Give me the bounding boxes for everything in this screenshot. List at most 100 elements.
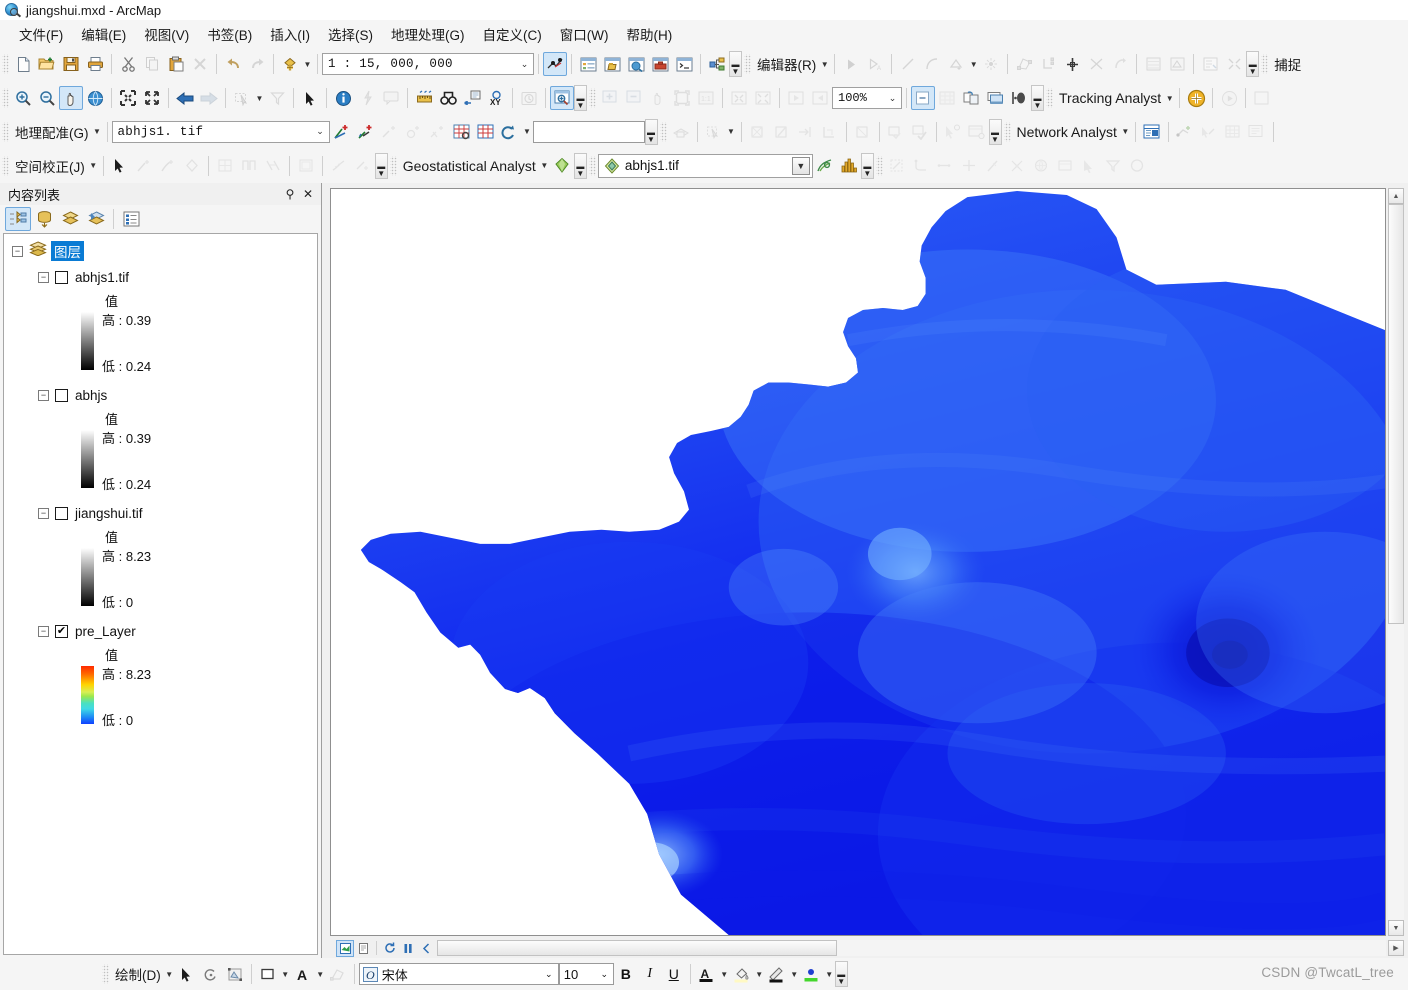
- italic-button[interactable]: I: [638, 962, 662, 986]
- arctoolbox-icon[interactable]: [648, 52, 672, 76]
- toolbar-grip-tools[interactable]: [2, 88, 9, 108]
- underline-button[interactable]: U: [662, 962, 686, 986]
- image-pan-icon[interactable]: [646, 86, 670, 110]
- fixed-zoom-out-icon[interactable]: [140, 86, 164, 110]
- list-by-visibility-icon[interactable]: [57, 207, 83, 231]
- toolbar-grip-image-analysis[interactable]: [589, 88, 596, 108]
- view-link-table-icon[interactable]: [450, 120, 474, 144]
- toc-layer-pre-layer[interactable]: − ✔ pre_Layer 值 高 : 8.23 低 : 0: [4, 621, 317, 728]
- scroll-track-vertical[interactable]: [1388, 204, 1404, 920]
- geostatistical-analyst-label[interactable]: Geostatistical Analyst: [399, 158, 539, 174]
- undo-edit-icon[interactable]: [1108, 52, 1132, 76]
- select-link-icon[interactable]: [378, 120, 402, 144]
- menu-bookmarks[interactable]: 书签(B): [198, 21, 261, 47]
- extra-clear-icon[interactable]: [1101, 154, 1125, 178]
- toolbar-grip-georef[interactable]: [2, 121, 9, 142]
- split-tool-icon[interactable]: [1060, 52, 1084, 76]
- rotate-link-icon[interactable]: [498, 120, 522, 144]
- image-previous-icon[interactable]: [784, 86, 808, 110]
- image-grow-icon[interactable]: [751, 86, 775, 110]
- back-icon[interactable]: [417, 940, 435, 957]
- scroll-thumb-vertical[interactable]: [1388, 204, 1404, 624]
- draw-menu-label[interactable]: 绘制(D): [111, 964, 164, 984]
- straight-segment-icon[interactable]: [896, 52, 920, 76]
- data-view-icon[interactable]: [336, 939, 354, 957]
- create-network-location-icon[interactable]: [1173, 120, 1197, 144]
- copy-icon[interactable]: [140, 52, 164, 76]
- toolbar-grip-geostat[interactable]: [389, 155, 397, 176]
- image-actual-size-icon[interactable]: 1:1: [694, 86, 718, 110]
- georeferencing-menu-label[interactable]: 地理配准(G): [11, 122, 92, 142]
- fill-color-icon[interactable]: [730, 962, 754, 986]
- toolbar-grip-spatial-analyst[interactable]: [588, 155, 596, 176]
- new-rectangle-dropdown-icon[interactable]: ▼: [280, 963, 291, 985]
- modelbuilder-icon[interactable]: [705, 52, 729, 76]
- spatial-adjustment-label[interactable]: 空间校正(J): [11, 156, 88, 176]
- spatial-adjustment-dropdown-icon[interactable]: ▼: [88, 155, 99, 177]
- toolbar-grip-spatial-adjust[interactable]: [2, 155, 9, 176]
- add-temporal-layer-icon[interactable]: [1184, 86, 1208, 110]
- save-icon[interactable]: [59, 52, 83, 76]
- adjust-grid-icon[interactable]: [213, 154, 237, 178]
- menu-help[interactable]: 帮助(H): [617, 21, 681, 47]
- edit-vertices-icon[interactable]: [223, 962, 247, 986]
- edge-match-icon[interactable]: [237, 154, 261, 178]
- spatial-analyst-overflow-button[interactable]: ▬ ▼: [860, 152, 874, 179]
- expander-icon[interactable]: −: [38, 271, 49, 283]
- next-extent-icon[interactable]: [197, 86, 221, 110]
- print-icon[interactable]: [83, 52, 107, 76]
- redo-icon[interactable]: [245, 52, 269, 76]
- zoom-in-icon[interactable]: [11, 86, 35, 110]
- link-table-window-icon[interactable]: [474, 120, 498, 144]
- new-document-icon[interactable]: [11, 52, 35, 76]
- chevron-down-icon[interactable]: ⌄: [516, 59, 533, 70]
- tracking-options-icon[interactable]: [1250, 86, 1274, 110]
- extra-scatter-icon[interactable]: [1005, 154, 1029, 178]
- add-control-points-icon[interactable]: [330, 120, 354, 144]
- georeferencing-dropdown-icon[interactable]: ▼: [92, 121, 103, 143]
- menu-edit[interactable]: 编辑(E): [72, 21, 135, 47]
- hyperlink-icon[interactable]: [355, 86, 379, 110]
- image-full-extent-icon[interactable]: [670, 86, 694, 110]
- image-flicker-icon[interactable]: [959, 86, 983, 110]
- image-transparency-icon[interactable]: [1007, 86, 1031, 110]
- map-vertical-scrollbar[interactable]: ▲ ▼: [1388, 188, 1404, 936]
- topology-error-window-icon[interactable]: [965, 120, 989, 144]
- chevron-down-icon[interactable]: ⌄: [312, 126, 329, 137]
- zoom-out-icon[interactable]: [35, 86, 59, 110]
- menu-window[interactable]: 窗口(W): [551, 21, 618, 47]
- curve-segment-icon[interactable]: [920, 52, 944, 76]
- pause-icon[interactable]: [399, 940, 417, 957]
- toc-layer-jiangshui-tif[interactable]: − jiangshui.tif 值 高 : 8.23 低 : 0: [4, 503, 317, 610]
- undo-icon[interactable]: [221, 52, 245, 76]
- image-zoom-in-icon[interactable]: [598, 86, 622, 110]
- editor-dropdown-icon[interactable]: ▼: [819, 53, 830, 75]
- zoom-to-link-icon[interactable]: [402, 120, 426, 144]
- delete-icon[interactable]: [188, 52, 212, 76]
- editor-toolbar-icon[interactable]: [543, 52, 567, 76]
- image-next-icon[interactable]: [808, 86, 832, 110]
- extra-node-icon[interactable]: [909, 154, 933, 178]
- list-by-drawing-order-icon[interactable]: [5, 207, 31, 231]
- sketch-properties-icon[interactable]: [1165, 52, 1189, 76]
- toc-layer-abhjs1-tif[interactable]: − abhjs1.tif 值 高 : 0.39 低 : 0.24: [4, 267, 317, 374]
- line-color-dropdown-icon[interactable]: ▼: [789, 963, 800, 985]
- select-elements-icon[interactable]: [175, 962, 199, 986]
- add-data-icon[interactable]: [278, 52, 302, 76]
- find-icon[interactable]: [436, 86, 460, 110]
- topology-edit-icon[interactable]: [746, 120, 770, 144]
- open-folder-icon[interactable]: [35, 52, 59, 76]
- geostatistical-wizard-icon[interactable]: [550, 154, 574, 178]
- previous-extent-icon[interactable]: [173, 86, 197, 110]
- select-displacement-link-icon[interactable]: [180, 154, 204, 178]
- select-features-dropdown-icon[interactable]: ▼: [254, 87, 265, 109]
- catalog-window-icon[interactable]: [600, 52, 624, 76]
- new-text-icon[interactable]: A: [291, 962, 315, 986]
- georeferencing-overflow-button[interactable]: ▬ ▼: [644, 118, 658, 145]
- topology-error-inspector-icon[interactable]: [941, 120, 965, 144]
- fill-color-dropdown-icon[interactable]: ▼: [754, 963, 765, 985]
- map-horizontal-scrollbar[interactable]: [437, 940, 1386, 956]
- contour-tool-icon[interactable]: [813, 154, 837, 178]
- font-color-icon[interactable]: A: [695, 962, 719, 986]
- network-analyst-dropdown-icon[interactable]: ▼: [1120, 121, 1131, 143]
